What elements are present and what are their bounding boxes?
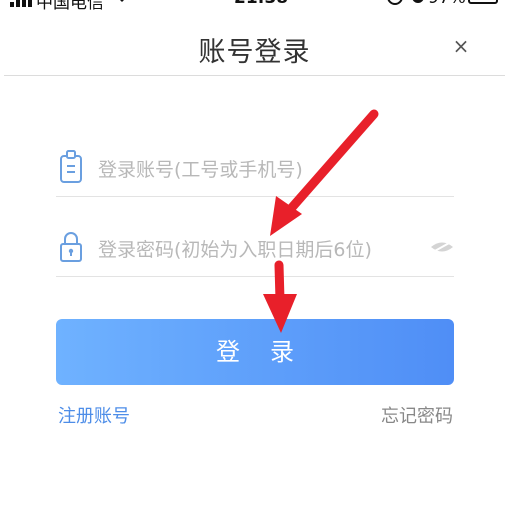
status-bar: 中国电信 21:38 97% bbox=[0, 0, 509, 13]
nav-bar: 账号登录 × bbox=[0, 12, 509, 74]
clock-time: 21:38 bbox=[234, 0, 288, 8]
password-field[interactable]: 登录密码(初始为入职日期后6位) bbox=[56, 217, 454, 277]
login-screen: 中国电信 21:38 97% 账号登录 × bbox=[0, 0, 509, 525]
account-field[interactable]: 登录账号(工号或手机号) bbox=[56, 137, 454, 197]
field-divider bbox=[56, 276, 454, 277]
login-button[interactable]: 登录 bbox=[56, 319, 454, 385]
wifi-icon bbox=[112, 0, 132, 9]
battery-icon bbox=[468, 0, 498, 4]
nav-divider bbox=[4, 75, 505, 76]
close-button[interactable]: × bbox=[449, 34, 473, 58]
field-divider bbox=[56, 196, 454, 197]
register-link[interactable]: 注册账号 bbox=[58, 402, 130, 428]
lock-icon bbox=[58, 229, 84, 265]
password-placeholder: 登录密码(初始为入职日期后6位) bbox=[98, 239, 372, 261]
page-title: 账号登录 bbox=[198, 37, 311, 68]
forgot-password-link[interactable]: 忘记密码 bbox=[381, 402, 453, 428]
eye-closed-icon[interactable] bbox=[430, 239, 454, 253]
account-placeholder: 登录账号(工号或手机号) bbox=[98, 159, 303, 181]
signal-icon bbox=[10, 0, 32, 12]
rotation-lock-icon bbox=[386, 0, 404, 11]
id-badge-icon bbox=[58, 149, 84, 185]
battery-percent: 97% bbox=[428, 0, 466, 8]
alarm-icon bbox=[410, 0, 426, 11]
